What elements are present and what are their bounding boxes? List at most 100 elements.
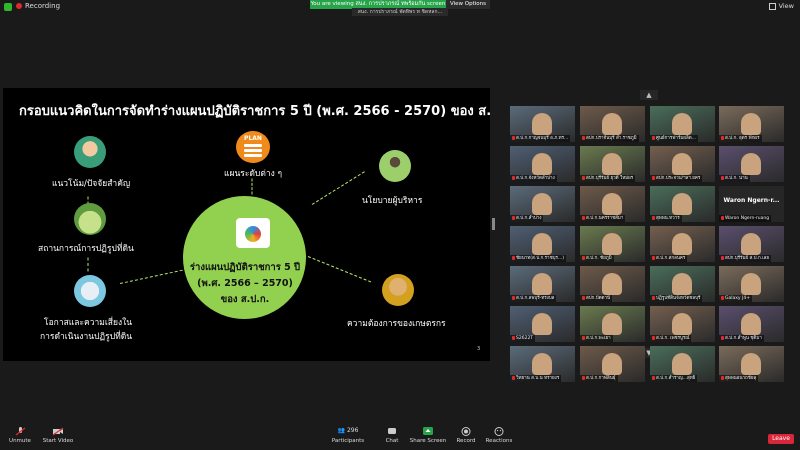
security-shield-icon[interactable] xyxy=(4,3,12,11)
recording-indicator[interactable]: Recording xyxy=(16,2,60,10)
node-plans-label: แผนระดับต่าง ๆ xyxy=(224,169,283,179)
participant-tile[interactable]: ส.ป.ก. นาน xyxy=(719,146,784,182)
leave-button[interactable]: Leave xyxy=(768,434,794,444)
participant-tile[interactable]: ปฏิรูปที่ดินจังหวัดชลบุรี xyxy=(650,266,715,302)
participant-name: Galaxy J4+ xyxy=(725,296,750,301)
share-screen-label: Share Screen xyxy=(409,438,447,444)
participant-tile[interactable]: สปก.ปราจีนบุรี สำ.ราชภูมิ xyxy=(580,106,645,142)
participant-video xyxy=(672,233,692,255)
muted-mic-icon xyxy=(512,335,515,340)
participant-video xyxy=(672,313,692,335)
participant-tile[interactable]: วิทยาน ส.บ.น ทรายงร xyxy=(510,346,575,382)
chat-label: Chat xyxy=(385,438,399,444)
muted-mic-icon xyxy=(512,295,515,300)
participant-tile[interactable]: ส.ป.ก.กาฬสินธุ์ xyxy=(580,346,645,382)
participant-name: สุพพน.ทวาร xyxy=(656,216,680,221)
participant-name: ส.ป.ก.ลำปาง xyxy=(516,216,542,221)
gallery-up-button[interactable]: ▲ xyxy=(640,90,658,100)
plan-icon-text: PLAN xyxy=(244,135,262,142)
node-policy-label: นโยบายผู้บริหาร xyxy=(362,196,423,206)
participant-video xyxy=(672,273,692,295)
muted-mic-icon xyxy=(582,255,585,260)
view-button[interactable]: View xyxy=(768,2,794,10)
participant-tile[interactable]: ส.ป.ก.จังหวัดลำปาง xyxy=(510,146,575,182)
muted-mic-icon xyxy=(721,295,724,300)
participant-tile[interactable]: ส.ป.ก. อุดร ฟักผร xyxy=(719,106,784,142)
participant-tile[interactable]: ส.ป.ก.ลพบุรี-ทรงบล xyxy=(510,266,575,302)
participant-video xyxy=(602,273,622,295)
participant-name-label: ส.ป.ก.ลำพูน ชุติมา xyxy=(719,335,764,342)
muted-mic-icon xyxy=(582,175,585,180)
chat-button[interactable]: Chat xyxy=(372,427,412,444)
participant-video xyxy=(532,113,552,135)
plan-logo-icon xyxy=(236,218,270,248)
participant-video xyxy=(532,273,552,295)
binoculars-person-icon xyxy=(74,136,106,168)
participant-name-label: สุพพน.ทวาร xyxy=(650,215,682,222)
participant-name: ปฏิรูปที่ดินจังหวัดชลบุรี xyxy=(656,296,701,301)
participant-tile[interactable]: สปก.ประจวบ/ฯลฯ.ยคร xyxy=(650,146,715,182)
participant-name: ส.ป.ก. ชัยภูมิ xyxy=(586,256,612,261)
center-text-line3: ของ ส.ป.ก. xyxy=(220,294,270,305)
participants-button[interactable]: 👥 296 Participants xyxy=(328,427,368,444)
participant-tile[interactable]: ส.ป.ก. เพชรบูรณ์ xyxy=(650,306,715,342)
participant-tile[interactable]: ส.ป.ก.สำราญ...สุทธิ xyxy=(650,346,715,382)
participant-tile[interactable]: ส.ป.ก.ลำปาง xyxy=(510,186,575,222)
participant-tile[interactable]: ส.ป.ก.ลำพูน ชุติมา xyxy=(719,306,784,342)
unmute-button[interactable]: Unmute xyxy=(0,427,40,444)
start-video-button[interactable]: Start Video xyxy=(38,427,78,444)
participant-tile[interactable]: ส.ป.ก.สกลนคร xyxy=(650,226,715,262)
presenter-name-tag: สนง. การปราภรณ์ พัดทิพร ท ชิดหลก... xyxy=(352,8,448,16)
view-options-button[interactable]: View Options xyxy=(446,0,490,9)
participant-gallery: ส.ป.ก.กาญจนบุรี อ.ภ.ทร... สปก.ปราจีนบุรี … xyxy=(510,106,785,382)
participant-name: ส.ป.ก.กาญจนบุรี อ.ภ.ทร... xyxy=(516,136,569,141)
participant-video xyxy=(532,193,552,215)
participant-tile[interactable]: ส.ป.ก.กาญจนบุรี อ.ภ.ทร... xyxy=(510,106,575,142)
participant-tile[interactable]: ส.ป.ก. ชัยภูมิ xyxy=(580,226,645,262)
participant-tile[interactable]: S2622T xyxy=(510,306,575,342)
slide-title: กรอบแนวคิดในการจัดทำร่างแผนปฏิบัติราชการ… xyxy=(19,104,490,119)
participant-tile[interactable]: สปก.บุรีรัมย์ ส.ป.ก.เลย xyxy=(719,226,784,262)
participant-name: ส.ป.ก.นครราชสีมา xyxy=(586,216,624,221)
participant-name: ส.ป.ก.พะเยา xyxy=(586,336,611,341)
participant-tile[interactable]: ส.ป.ก.นครราชสีมา xyxy=(580,186,645,222)
start-video-label: Start Video xyxy=(42,438,74,444)
panel-splitter[interactable] xyxy=(492,218,495,230)
reactions-button[interactable]: Reactions xyxy=(479,427,519,444)
muted-mic-icon xyxy=(652,335,655,340)
participant-tile[interactable]: สุพพนอนาถชัยลุ xyxy=(719,346,784,382)
participant-video xyxy=(672,113,692,135)
participant-video xyxy=(602,233,622,255)
muted-mic-icon xyxy=(512,175,515,180)
arrow-plans xyxy=(251,178,253,195)
share-screen-button[interactable]: Share Screen xyxy=(408,427,448,444)
participant-name-label: ส.ป.ก. เพชรบูรณ์ xyxy=(650,335,692,342)
participant-tile[interactable]: Waron Ngern-r... Waron Ngern-ruang xyxy=(719,186,784,222)
muted-mic-icon xyxy=(512,375,515,380)
participant-name-label: วิทยาน ส.บ.น ทรายงร xyxy=(510,375,562,382)
muted-mic-icon xyxy=(582,295,585,300)
participant-video xyxy=(672,193,692,215)
participant-name-label: Galaxy J4+ xyxy=(719,295,752,302)
participant-video xyxy=(741,313,761,335)
participants-icon: 👥 296 xyxy=(337,427,359,434)
participant-tile[interactable]: ศูนย์การฟาร์มผลิต... xyxy=(650,106,715,142)
participant-tile[interactable]: Galaxy J4+ xyxy=(719,266,784,302)
muted-mic-icon xyxy=(652,215,655,220)
participant-name: ส.ป.ก. นาน xyxy=(725,176,748,181)
participant-name-label: ส.ป.ก.ลพบุรี-ทรงบล xyxy=(510,295,557,302)
participant-tile[interactable]: สุพพน.ทวาร xyxy=(650,186,715,222)
participant-tile[interactable]: ส.ป.ก.พะเยา xyxy=(580,306,645,342)
participant-name-label: สปก.ปราจีนบุรี สำ.ราชภูมิ xyxy=(580,135,639,142)
recording-label: Recording xyxy=(25,2,61,10)
participant-tile[interactable]: สปก.ปัตตานี xyxy=(580,266,645,302)
participant-tile[interactable]: สปก.บุรีรัมย์ ยุวดี ใหม่ผร xyxy=(580,146,645,182)
participant-video xyxy=(741,113,761,135)
crossroads-icon xyxy=(74,275,106,307)
video-off-icon xyxy=(52,427,64,436)
muted-mic-icon xyxy=(652,295,655,300)
top-bar: Recording You are viewing สนง. การปราภรณ… xyxy=(0,0,800,16)
participant-name-label: ส.ป.ก. อุดร ฟักผร xyxy=(719,135,762,142)
muted-mic-icon xyxy=(721,175,724,180)
participant-tile[interactable]: ชัยนาท(ส.ป.ก.ราชบุร...) xyxy=(510,226,575,262)
